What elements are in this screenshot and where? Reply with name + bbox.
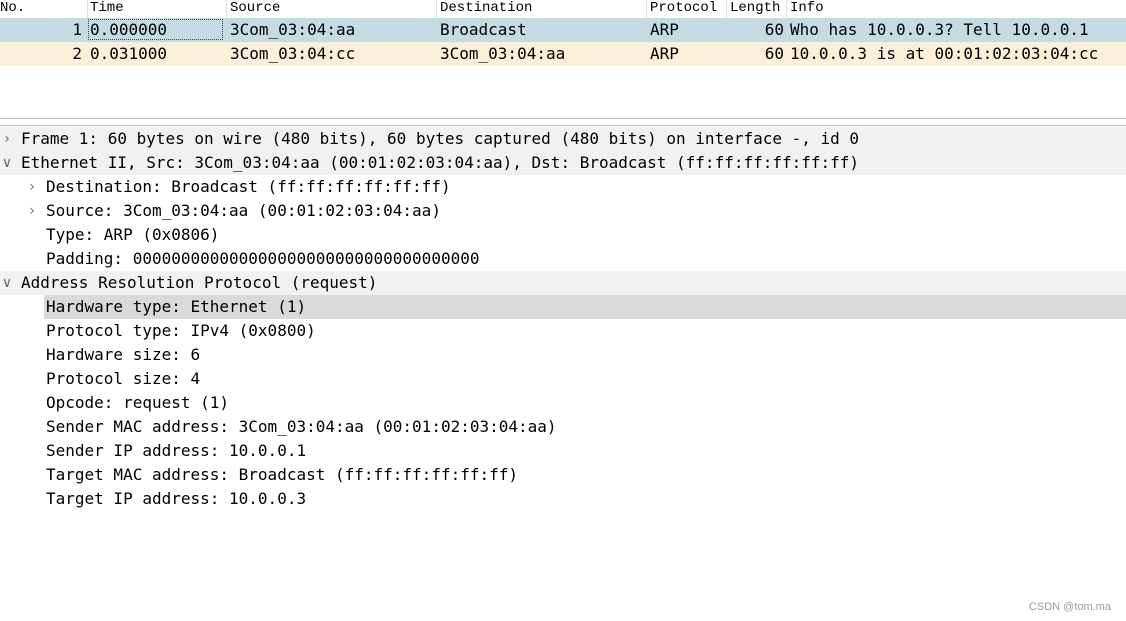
packet-no: 2 [72, 44, 82, 63]
column-header-protocol[interactable]: Protocol [650, 0, 724, 18]
tree-item-label: Sender MAC address: 3Com_03:04:aa (00:01… [46, 417, 557, 436]
packet-info: Who has 10.0.0.3? Tell 10.0.0.1 [790, 20, 1089, 39]
tree-item-eth-source[interactable]: › Source: 3Com_03:04:aa (00:01:02:03:04:… [0, 199, 1126, 223]
tree-item-arp-opcode[interactable]: Opcode: request (1) [0, 391, 1126, 415]
cell-focus-indicator [88, 19, 223, 40]
packet-list-header: No. Time Source Destination Protocol Len… [0, 0, 1126, 18]
tree-item-label: Sender IP address: 10.0.0.1 [46, 441, 307, 460]
packet-destination: Broadcast [440, 20, 527, 39]
chevron-right-icon[interactable]: › [25, 199, 39, 223]
chevron-down-icon[interactable]: ∨ [0, 271, 14, 295]
tree-item-label: Opcode: request (1) [46, 393, 230, 412]
tree-item-eth-destination[interactable]: › Destination: Broadcast (ff:ff:ff:ff:ff… [0, 175, 1126, 199]
column-header-info[interactable]: Info [790, 0, 1120, 18]
tree-item-label: Protocol type: IPv4 (0x0800) [46, 321, 316, 340]
packet-time: 0.031000 [90, 44, 168, 63]
tree-item-arp-sender-mac[interactable]: Sender MAC address: 3Com_03:04:aa (00:01… [0, 415, 1126, 439]
tree-item-label: Protocol size: 4 [46, 369, 201, 388]
column-divider[interactable] [786, 0, 787, 18]
tree-item-label: Hardware type: Ethernet (1) [46, 297, 307, 316]
tree-item-arp[interactable]: ∨ Address Resolution Protocol (request) [0, 271, 1126, 295]
column-header-source[interactable]: Source [230, 0, 430, 18]
tree-item-label: Target MAC address: Broadcast (ff:ff:ff:… [46, 465, 519, 484]
packet-details-pane: › Frame 1: 60 bytes on wire (480 bits), … [0, 127, 1126, 621]
tree-item-arp-target-mac[interactable]: Target MAC address: Broadcast (ff:ff:ff:… [0, 463, 1126, 487]
packet-destination: 3Com_03:04:aa [440, 44, 566, 63]
tree-item-arp-protocol-type[interactable]: Protocol type: IPv4 (0x0800) [0, 319, 1126, 343]
column-divider[interactable] [726, 0, 727, 18]
packet-length: 60 [764, 20, 784, 39]
tree-item-ethernet[interactable]: ∨ Ethernet II, Src: 3Com_03:04:aa (00:01… [0, 151, 1126, 175]
chevron-down-icon[interactable]: ∨ [0, 151, 14, 175]
column-divider[interactable] [226, 0, 227, 18]
column-header-time[interactable]: Time [90, 0, 220, 18]
tree-item-eth-type[interactable]: Type: ARP (0x0806) [0, 223, 1126, 247]
tree-item-arp-sender-ip[interactable]: Sender IP address: 10.0.0.1 [0, 439, 1126, 463]
packet-source: 3Com_03:04:aa [230, 20, 356, 39]
tree-item-frame[interactable]: › Frame 1: 60 bytes on wire (480 bits), … [0, 127, 1126, 151]
column-header-no[interactable]: No. [0, 0, 80, 18]
packet-length: 60 [764, 44, 784, 63]
tree-item-arp-target-ip[interactable]: Target IP address: 10.0.0.3 [0, 487, 1126, 511]
tree-item-label: Frame 1: 60 bytes on wire (480 bits), 60… [21, 129, 860, 148]
tree-item-arp-hardware-type[interactable]: Hardware type: Ethernet (1) [0, 295, 1126, 319]
tree-item-eth-padding[interactable]: Padding: 0000000000000000000000000000000… [0, 247, 1126, 271]
packet-protocol: ARP [650, 20, 679, 39]
packet-no: 1 [72, 20, 82, 39]
chevron-right-icon[interactable]: › [0, 127, 14, 151]
column-divider[interactable] [646, 0, 647, 18]
packet-info: 10.0.0.3 is at 00:01:02:03:04:cc [790, 44, 1099, 63]
column-divider[interactable] [436, 0, 437, 18]
tree-item-label: Ethernet II, Src: 3Com_03:04:aa (00:01:0… [21, 153, 860, 172]
chevron-right-icon[interactable]: › [25, 175, 39, 199]
packet-source: 3Com_03:04:cc [230, 44, 356, 63]
tree-item-label: Source: 3Com_03:04:aa (00:01:02:03:04:aa… [46, 201, 441, 220]
tree-item-label: Target IP address: 10.0.0.3 [46, 489, 307, 508]
packet-list-pane: No. Time Source Destination Protocol Len… [0, 0, 1126, 118]
tree-item-label: Padding: 0000000000000000000000000000000… [46, 249, 480, 268]
packet-row[interactable]: 2 0.031000 3Com_03:04:cc 3Com_03:04:aa A… [0, 42, 1126, 66]
tree-item-arp-protocol-size[interactable]: Protocol size: 4 [0, 367, 1126, 391]
tree-item-label: Hardware size: 6 [46, 345, 201, 364]
column-header-length[interactable]: Length [730, 0, 786, 18]
column-divider[interactable] [87, 0, 88, 18]
tree-item-label: Type: ARP (0x0806) [46, 225, 220, 244]
watermark: CSDN @tom.ma [1028, 601, 1111, 613]
tree-item-label: Address Resolution Protocol (request) [21, 273, 378, 292]
pane-splitter[interactable] [0, 118, 1126, 126]
column-header-destination[interactable]: Destination [440, 0, 640, 18]
tree-item-arp-hardware-size[interactable]: Hardware size: 6 [0, 343, 1126, 367]
tree-item-label: Destination: Broadcast (ff:ff:ff:ff:ff:f… [46, 177, 451, 196]
packet-protocol: ARP [650, 44, 679, 63]
